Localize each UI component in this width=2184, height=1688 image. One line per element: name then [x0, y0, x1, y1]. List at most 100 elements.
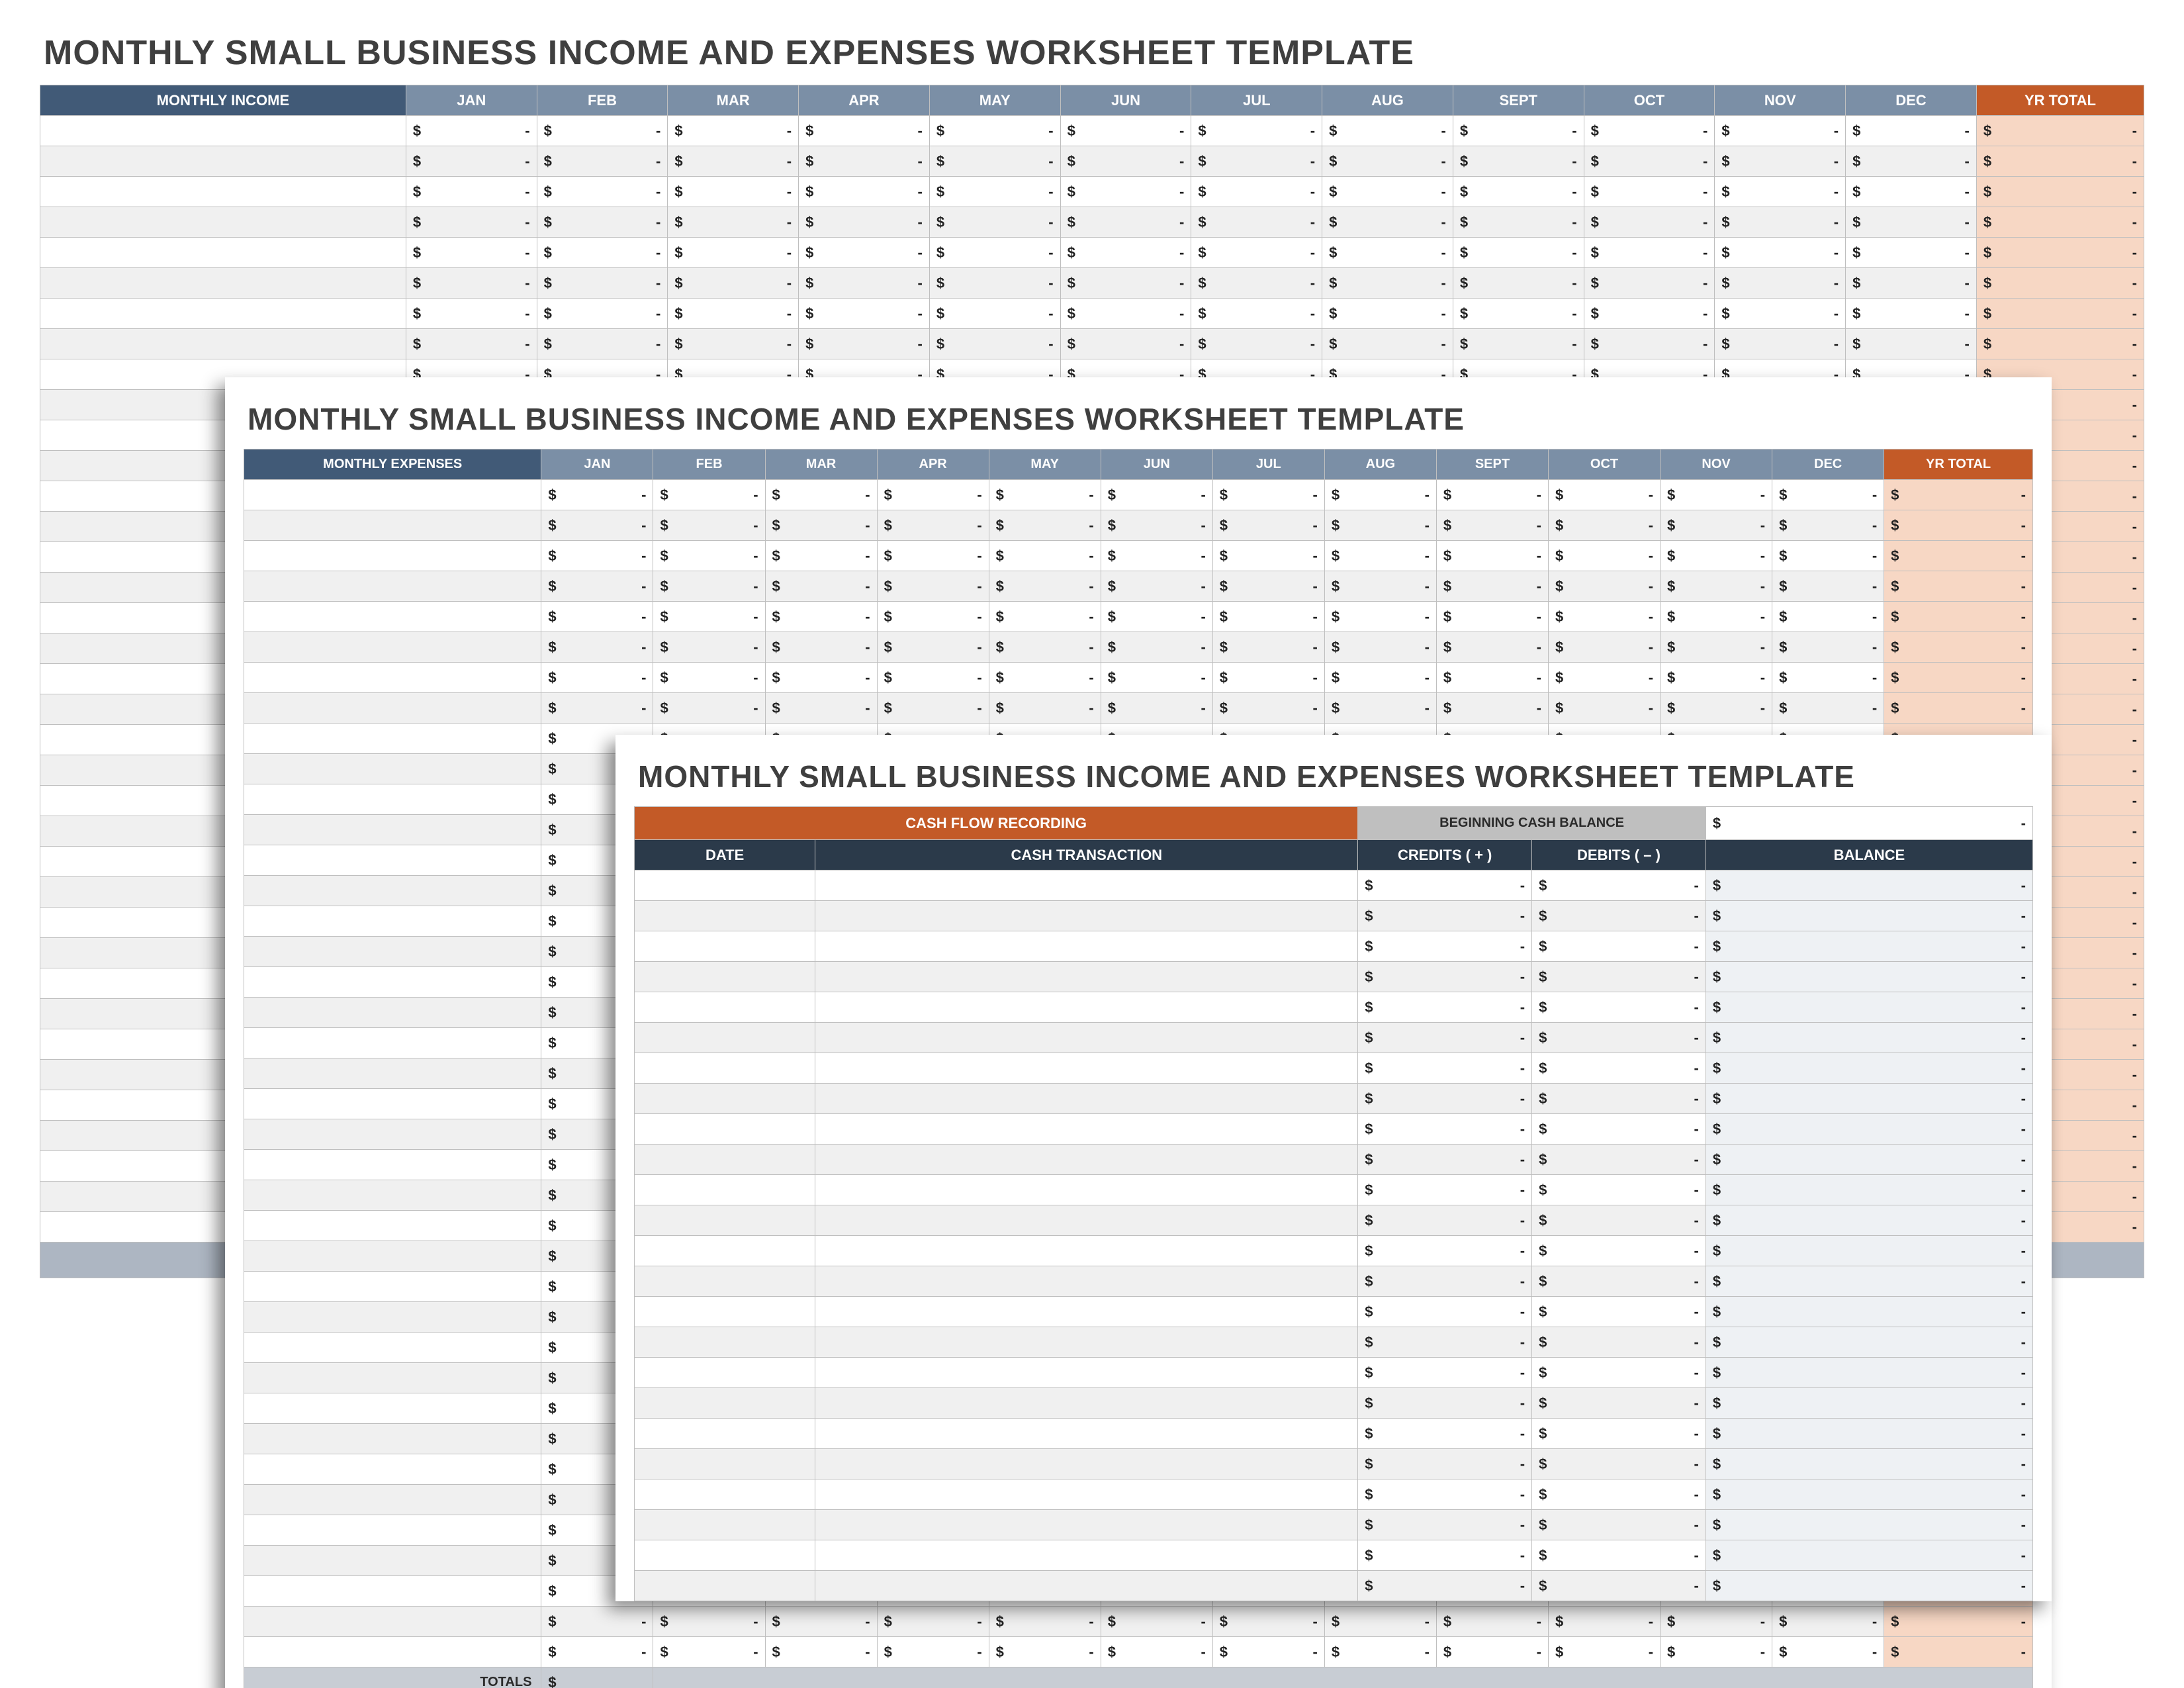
- money-cell[interactable]: $-: [1358, 1419, 1532, 1449]
- money-cell[interactable]: $-: [537, 116, 668, 146]
- money-cell[interactable]: $-: [799, 329, 930, 359]
- money-cell[interactable]: $-: [1358, 1205, 1532, 1236]
- money-cell[interactable]: $-: [1191, 116, 1322, 146]
- money-cell[interactable]: $-: [541, 602, 653, 632]
- money-cell[interactable]: $-: [1548, 1637, 1660, 1667]
- transaction-cell[interactable]: [815, 1510, 1358, 1540]
- money-cell[interactable]: $-: [765, 480, 877, 510]
- money-cell[interactable]: $-: [1060, 146, 1191, 177]
- money-cell[interactable]: $-: [1358, 1297, 1532, 1327]
- money-cell[interactable]: $-: [1548, 571, 1660, 602]
- money-cell[interactable]: $-: [1706, 1236, 2032, 1266]
- money-cell[interactable]: $-: [541, 1607, 653, 1637]
- money-cell[interactable]: $-: [1584, 116, 1715, 146]
- money-cell[interactable]: $-: [1772, 510, 1884, 541]
- money-cell[interactable]: $-: [1436, 1607, 1548, 1637]
- money-cell[interactable]: $-: [929, 238, 1060, 268]
- money-cell[interactable]: $-: [1436, 602, 1548, 632]
- money-cell[interactable]: $-: [1212, 480, 1324, 510]
- money-cell[interactable]: $-: [989, 571, 1101, 602]
- money-cell[interactable]: $-: [1884, 1607, 2033, 1637]
- date-cell[interactable]: [635, 1327, 815, 1358]
- money-cell[interactable]: $-: [1772, 632, 1884, 663]
- money-cell[interactable]: $-: [406, 146, 537, 177]
- money-cell[interactable]: $-: [668, 207, 799, 238]
- money-cell[interactable]: $-: [1884, 632, 2033, 663]
- money-cell[interactable]: $-: [1715, 268, 1846, 299]
- money-cell[interactable]: $-: [1884, 480, 2033, 510]
- money-cell[interactable]: $-: [1706, 931, 2032, 962]
- money-cell[interactable]: $-: [1060, 207, 1191, 238]
- money-cell[interactable]: $-: [799, 177, 930, 207]
- money-cell[interactable]: $-: [1212, 510, 1324, 541]
- transaction-cell[interactable]: [815, 1053, 1358, 1084]
- money-cell[interactable]: $-: [929, 299, 1060, 329]
- row-label-cell[interactable]: [244, 937, 541, 967]
- row-label-cell[interactable]: [244, 632, 541, 663]
- money-cell[interactable]: $-: [1191, 146, 1322, 177]
- money-cell[interactable]: $-: [1212, 663, 1324, 693]
- money-cell[interactable]: $-: [1715, 116, 1846, 146]
- row-label-cell[interactable]: [40, 329, 406, 359]
- money-cell[interactable]: $-: [1532, 1053, 1706, 1084]
- money-cell[interactable]: $-: [765, 510, 877, 541]
- money-cell[interactable]: $-: [1453, 299, 1584, 329]
- money-cell[interactable]: $-: [1715, 329, 1846, 359]
- cashflow-begin-balance-value[interactable]: $ -: [1706, 807, 2032, 840]
- money-cell[interactable]: $-: [1436, 541, 1548, 571]
- money-cell[interactable]: $-: [877, 632, 989, 663]
- money-cell[interactable]: $-: [1661, 571, 1772, 602]
- money-cell[interactable]: $-: [1846, 238, 1977, 268]
- money-cell[interactable]: $-: [1715, 177, 1846, 207]
- transaction-cell[interactable]: [815, 1266, 1358, 1297]
- money-cell[interactable]: $-: [1548, 541, 1660, 571]
- date-cell[interactable]: [635, 992, 815, 1023]
- money-cell[interactable]: $-: [989, 602, 1101, 632]
- transaction-cell[interactable]: [815, 1236, 1358, 1266]
- money-cell[interactable]: $-: [1706, 1327, 2032, 1358]
- money-cell[interactable]: $-: [1532, 962, 1706, 992]
- money-cell[interactable]: $-: [1532, 1358, 1706, 1388]
- money-cell[interactable]: $-: [1532, 992, 1706, 1023]
- money-cell[interactable]: $-: [765, 632, 877, 663]
- money-cell[interactable]: $-: [541, 510, 653, 541]
- row-label-cell[interactable]: [244, 1363, 541, 1393]
- row-label-cell[interactable]: [244, 998, 541, 1028]
- money-cell[interactable]: $-: [537, 329, 668, 359]
- money-cell[interactable]: $-: [1191, 268, 1322, 299]
- money-cell[interactable]: $-: [1322, 116, 1453, 146]
- money-cell[interactable]: $-: [653, 632, 765, 663]
- money-cell[interactable]: $-: [1846, 207, 1977, 238]
- money-cell[interactable]: $-: [1706, 1419, 2032, 1449]
- money-cell[interactable]: $-: [1436, 510, 1548, 541]
- money-cell[interactable]: $-: [1706, 1145, 2032, 1175]
- row-label-cell[interactable]: [244, 571, 541, 602]
- money-cell[interactable]: $-: [1976, 177, 2144, 207]
- money-cell[interactable]: $-: [653, 571, 765, 602]
- money-cell[interactable]: $-: [1976, 146, 2144, 177]
- money-cell[interactable]: $-: [1706, 1084, 2032, 1114]
- money-cell[interactable]: $-: [1212, 602, 1324, 632]
- money-cell[interactable]: $-: [1060, 329, 1191, 359]
- money-cell[interactable]: $-: [1548, 693, 1660, 724]
- money-cell[interactable]: $-: [1548, 1607, 1660, 1637]
- money-cell[interactable]: $-: [1358, 1540, 1532, 1571]
- money-cell[interactable]: $-: [1846, 329, 1977, 359]
- money-cell[interactable]: $-: [1532, 1266, 1706, 1297]
- row-label-cell[interactable]: [244, 1637, 541, 1667]
- money-cell[interactable]: $-: [1584, 329, 1715, 359]
- money-cell[interactable]: $-: [1706, 962, 2032, 992]
- transaction-cell[interactable]: [815, 1145, 1358, 1175]
- money-cell[interactable]: $-: [1453, 329, 1584, 359]
- row-label-cell[interactable]: [244, 1454, 541, 1485]
- money-cell[interactable]: $-: [1846, 116, 1977, 146]
- money-cell[interactable]: $-: [1101, 693, 1212, 724]
- money-cell[interactable]: $-: [1324, 632, 1436, 663]
- date-cell[interactable]: [635, 1540, 815, 1571]
- transaction-cell[interactable]: [815, 1327, 1358, 1358]
- transaction-cell[interactable]: [815, 1084, 1358, 1114]
- money-cell[interactable]: $-: [1706, 1479, 2032, 1510]
- money-cell[interactable]: $-: [1322, 268, 1453, 299]
- money-cell[interactable]: $-: [1324, 693, 1436, 724]
- row-label-cell[interactable]: [244, 541, 541, 571]
